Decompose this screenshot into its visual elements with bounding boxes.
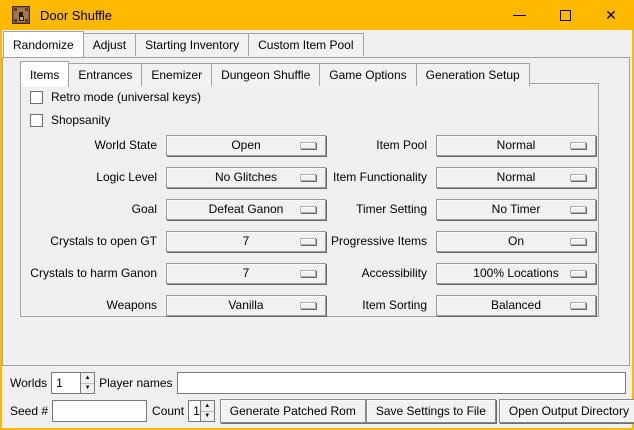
accessibility-value: 100% Locations <box>473 266 558 280</box>
worlds-spin-arrows[interactable]: ▲▼ <box>80 373 94 393</box>
window-controls: ✕ <box>496 0 634 30</box>
spin-down-icon[interactable]: ▼ <box>201 412 214 422</box>
minimize-button[interactable] <box>496 0 542 30</box>
minimize-icon <box>513 15 526 16</box>
count-value: 1 <box>189 401 200 421</box>
save-settings-button[interactable]: Save Settings to File <box>366 399 496 423</box>
tab-starting-inventory[interactable]: Starting Inventory <box>135 33 249 56</box>
world-state-value: Open <box>231 138 260 152</box>
item-pool-dropdown[interactable]: Normal <box>436 135 596 156</box>
items-panel: Retro mode (universal keys) Shopsanity W… <box>20 83 599 317</box>
maximize-button[interactable] <box>542 0 588 30</box>
weapons-value: Vanilla <box>228 298 263 312</box>
player-names-label: Player names <box>99 376 172 390</box>
item-functionality-value: Normal <box>497 170 536 184</box>
goal-value: Defeat Ganon <box>209 202 284 216</box>
sub-tab-bar: Items Entrances Enemizer Dungeon Shuffle… <box>20 61 529 86</box>
main-tab-bar: Randomize Adjust Starting Inventory Cust… <box>3 31 363 56</box>
open-output-directory-button[interactable]: Open Output Directory <box>499 399 634 423</box>
item-functionality-dropdown[interactable]: Normal <box>436 167 596 188</box>
world-state-label: World State <box>21 138 166 152</box>
timer-setting-dropdown[interactable]: No Timer <box>436 199 596 220</box>
progressive-items-label: Progressive Items <box>276 234 436 248</box>
close-icon: ✕ <box>605 8 617 22</box>
item-functionality-label: Item Functionality <box>276 170 436 184</box>
logic-level-label: Logic Level <box>21 170 166 184</box>
timer-setting-label: Timer Setting <box>276 202 436 216</box>
client-area: Randomize Adjust Starting Inventory Cust… <box>2 30 632 428</box>
app-icon <box>12 6 30 24</box>
seed-input[interactable] <box>52 400 147 422</box>
spin-up-icon[interactable]: ▲ <box>81 373 94 384</box>
item-functionality-row: Item Functionality Normal <box>276 166 596 188</box>
accessibility-row: Accessibility 100% Locations <box>276 262 596 284</box>
accessibility-dropdown[interactable]: 100% Locations <box>436 263 596 284</box>
dropdown-indicator-icon <box>570 174 586 181</box>
progressive-items-row: Progressive Items On <box>276 230 596 252</box>
titlebar: Door Shuffle ✕ <box>0 0 634 30</box>
count-spin-arrows[interactable]: ▲▼ <box>200 401 214 421</box>
crystals-ganon-value: 7 <box>243 266 250 280</box>
tab-generation-setup[interactable]: Generation Setup <box>416 63 530 86</box>
maximize-icon <box>560 10 571 21</box>
door-shuffle-window: { "colors": { "accent": "#ffb900", "pane… <box>0 0 634 430</box>
count-spinbox[interactable]: 1 ▲▼ <box>188 400 215 422</box>
count-label: Count <box>152 404 184 418</box>
item-sorting-value: Balanced <box>491 298 541 312</box>
item-pool-row: Item Pool Normal <box>276 134 596 156</box>
item-sorting-row: Item Sorting Balanced <box>276 294 596 316</box>
item-pool-label: Item Pool <box>276 138 436 152</box>
dropdown-indicator-icon <box>570 270 586 277</box>
tab-game-options[interactable]: Game Options <box>319 63 416 86</box>
dropdown-indicator-icon <box>570 302 586 309</box>
weapons-label: Weapons <box>21 298 166 312</box>
dropdown-indicator-icon <box>570 238 586 245</box>
shopsanity-label: Shopsanity <box>51 113 110 127</box>
worlds-value: 1 <box>52 373 80 393</box>
crystals-gt-value: 7 <box>243 234 250 248</box>
progressive-items-value: On <box>508 234 524 248</box>
tab-dungeon-shuffle[interactable]: Dungeon Shuffle <box>211 63 320 86</box>
item-pool-value: Normal <box>497 138 536 152</box>
randomize-panel: Items Entrances Enemizer Dungeon Shuffle… <box>2 57 630 366</box>
timer-setting-row: Timer Setting No Timer <box>276 198 596 220</box>
retro-mode-row: Retro mode (universal keys) <box>30 89 201 105</box>
timer-setting-value: No Timer <box>492 202 541 216</box>
worlds-row: Worlds 1 ▲▼ Player names <box>10 372 626 394</box>
item-sorting-dropdown[interactable]: Balanced <box>436 295 596 316</box>
item-sorting-label: Item Sorting <box>276 298 436 312</box>
worlds-label: Worlds <box>10 376 47 390</box>
tab-randomize[interactable]: Randomize <box>3 31 84 57</box>
progressive-items-dropdown[interactable]: On <box>436 231 596 252</box>
retro-mode-label: Retro mode (universal keys) <box>51 90 201 104</box>
crystals-gt-label: Crystals to open GT <box>21 234 166 248</box>
crystals-ganon-label: Crystals to harm Ganon <box>21 266 166 280</box>
goal-label: Goal <box>21 202 166 216</box>
accessibility-label: Accessibility <box>276 266 436 280</box>
tab-entrances[interactable]: Entrances <box>68 63 142 86</box>
logic-level-value: No Glitches <box>215 170 277 184</box>
dropdown-indicator-icon <box>570 142 586 149</box>
shopsanity-row: Shopsanity <box>30 112 110 128</box>
generate-patched-rom-button[interactable]: Generate Patched Rom <box>220 399 366 423</box>
tab-items[interactable]: Items <box>20 61 69 87</box>
worlds-spinbox[interactable]: 1 ▲▼ <box>51 372 95 394</box>
window-title: Door Shuffle <box>40 8 112 23</box>
retro-mode-checkbox[interactable] <box>30 91 43 104</box>
shopsanity-checkbox[interactable] <box>30 114 43 127</box>
tab-custom-item-pool[interactable]: Custom Item Pool <box>248 33 363 56</box>
spin-up-icon[interactable]: ▲ <box>201 401 214 412</box>
dropdown-indicator-icon <box>570 206 586 213</box>
seed-row: Seed # Count 1 ▲▼ Generate Patched Rom S… <box>10 399 626 423</box>
spin-down-icon[interactable]: ▼ <box>81 384 94 394</box>
player-names-input[interactable] <box>177 372 627 394</box>
tab-enemizer[interactable]: Enemizer <box>141 63 212 86</box>
tab-adjust[interactable]: Adjust <box>83 33 136 56</box>
close-button[interactable]: ✕ <box>588 0 634 30</box>
seed-label: Seed # <box>10 404 48 418</box>
